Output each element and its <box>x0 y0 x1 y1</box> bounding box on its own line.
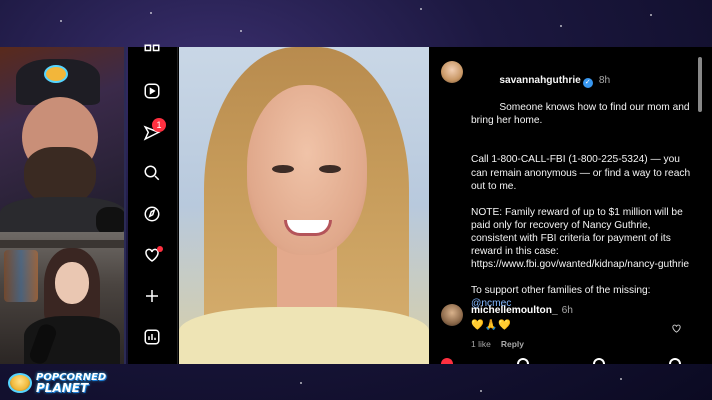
comment-text: 💛🙏💛 <box>471 320 513 331</box>
comment-reply-button[interactable]: Reply <box>501 338 524 351</box>
post-actions-bar <box>441 358 681 364</box>
comment-time: 6h <box>561 305 573 316</box>
post-time: 8h <box>598 75 611 87</box>
cap-logo-icon <box>44 65 68 83</box>
popcorn-planet-logo-icon <box>8 373 32 393</box>
author-avatar[interactable] <box>441 61 463 83</box>
post-caption: savannahguthrie ✓ 8h Someone knows how to … <box>471 61 693 310</box>
dashboard-icon[interactable] <box>141 326 163 348</box>
cohost-face-front <box>55 262 89 304</box>
photo-eye-left <box>272 165 294 173</box>
commenter-username[interactable]: michellemoulton_ <box>471 305 558 316</box>
photo-face <box>247 85 367 255</box>
nav-rail: 1 <box>128 44 178 364</box>
shelf <box>0 240 124 248</box>
author-username[interactable]: savannahguthrie <box>499 75 581 86</box>
caption-paragraph-2: Call 1-800-CALL-FBI (1-800-225-5324) — y… <box>471 154 693 192</box>
post-caption-block: savannahguthrie ✓ 8h Someone knows how to … <box>441 61 700 310</box>
microphone <box>96 207 124 232</box>
scrollbar[interactable] <box>698 57 702 112</box>
stream-logo: POPCORNED PLANET <box>8 370 106 396</box>
like-heart-icon[interactable] <box>441 358 453 364</box>
instagram-window: 1 savannahguthrie ✓ 8h Someone knows how… <box>128 44 712 364</box>
share-icon[interactable] <box>593 358 605 364</box>
post-panel: savannahguthrie ✓ 8h Someone knows how to … <box>429 47 712 364</box>
comment-bubble-icon[interactable] <box>517 358 529 364</box>
messages-badge: 1 <box>152 118 166 132</box>
search-icon[interactable] <box>141 162 163 184</box>
comment-like-heart-icon[interactable] <box>671 321 682 333</box>
verified-badge-icon: ✓ <box>582 78 593 89</box>
caption-paragraph-3: NOTE: Family reward of up to $1 million … <box>471 206 690 271</box>
commenter-avatar[interactable] <box>441 304 463 326</box>
grid-icon[interactable] <box>141 41 163 63</box>
explore-compass-icon[interactable] <box>141 203 163 225</box>
notifications-dot <box>157 246 163 252</box>
comment-likes[interactable]: 1 like <box>471 338 491 351</box>
caption-paragraph-1: Someone knows how to find our mom and br… <box>471 102 693 127</box>
cohost-webcam <box>0 232 126 364</box>
streamer-webcam <box>0 47 126 232</box>
photo-eye-right <box>319 165 341 173</box>
logo-text: POPCORNED PLANET <box>36 372 106 395</box>
caption-paragraph-4: To support other families of the missing… <box>471 285 651 297</box>
create-plus-icon[interactable] <box>141 285 163 307</box>
photo-smile <box>284 220 332 236</box>
logo-line-2: PLANET <box>36 380 89 395</box>
save-bookmark-icon[interactable] <box>669 358 681 364</box>
reels-icon[interactable] <box>141 80 163 102</box>
comment-item: michellemoulton_ 6h 💛🙏💛 1 like Reply <box>441 304 671 351</box>
photo-shirt <box>179 307 429 364</box>
post-photo[interactable] <box>179 47 429 364</box>
figurines <box>4 250 38 302</box>
